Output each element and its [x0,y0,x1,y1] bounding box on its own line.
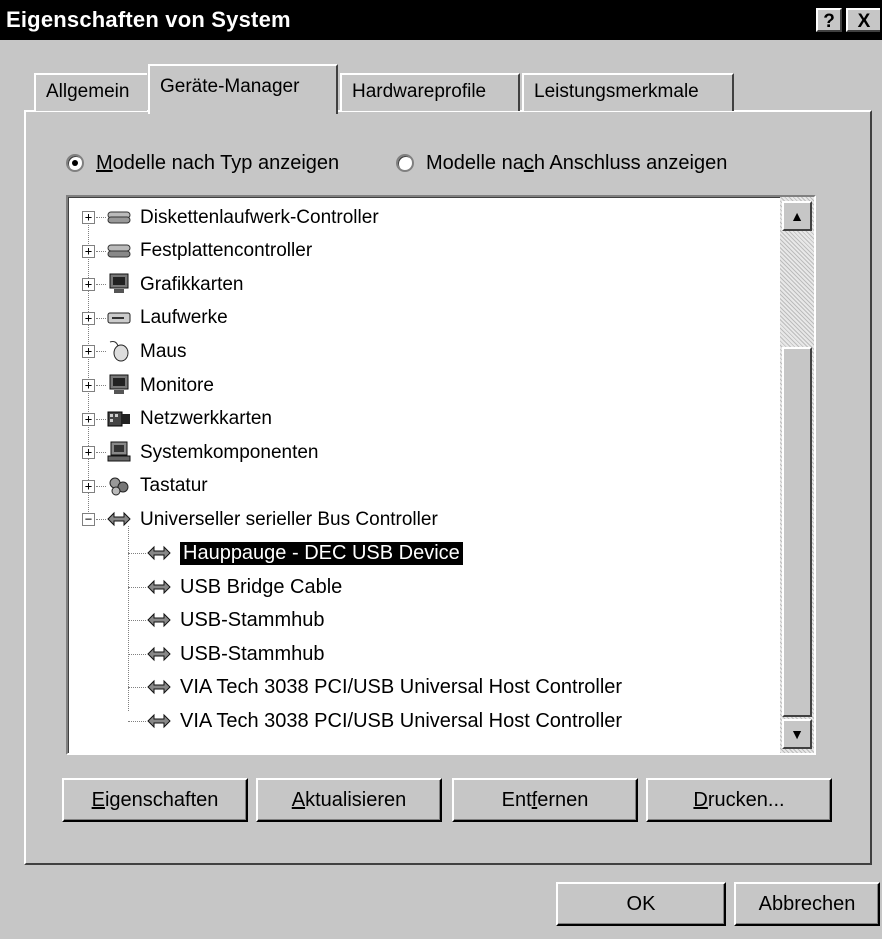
usb-device-row[interactable]: USB-Stammhub [68,638,768,671]
usb-device-label: USB-Stammhub [180,609,325,632]
tree-category-row[interactable]: + Monitore [68,369,768,402]
tree-category-row[interactable]: + Tastatur [68,470,768,503]
tree-category-row[interactable]: + Festplattencontroller [68,235,768,268]
usb-device-icon [146,576,172,598]
tree-connector-line [96,284,106,286]
tree-category-label: Festplattencontroller [140,240,313,262]
usb-device-icon [146,542,172,564]
expand-icon[interactable]: + [82,244,95,258]
tree-category-row[interactable]: + Systemkomponenten [68,436,768,469]
refresh-button[interactable]: Aktualisieren [256,778,442,822]
tab-allgemein[interactable]: Allgemein [34,73,147,111]
device-tree[interactable]: + Diskettenlaufwerk-Controller + Festplatte… [66,195,816,755]
radio-unchecked-icon[interactable] [396,154,414,172]
usb-device-row[interactable]: USB-Stammhub [68,604,768,637]
tree-category-label: Monitore [140,374,214,396]
usb-device-row[interactable]: VIA Tech 3038 PCI/USB Universal Host Con… [68,671,768,704]
window-title: Eigenschaften von System [6,7,291,32]
display-adapter-icon [106,273,132,295]
usb-device-label: USB-Stammhub [180,642,325,665]
tree-category-label: Grafikkarten [140,273,244,295]
expand-icon[interactable]: + [82,278,95,292]
tree-category-label: Maus [140,340,187,362]
floppy-controller-icon [106,206,132,228]
tree-connector-line [128,653,146,655]
tree-connector-line [96,217,106,218]
usb-device-row[interactable]: VIA Tech 3038 PCI/USB Universal Host Con… [68,705,768,738]
scroll-thumb[interactable] [782,347,812,717]
usb-device-icon [146,609,172,631]
drive-icon [106,307,132,329]
mouse-icon [106,340,132,362]
expand-icon[interactable]: + [82,479,95,493]
ok-button[interactable]: OK [556,882,726,926]
tree-connector-line [128,620,146,622]
cancel-button[interactable]: Abbrechen [734,882,880,926]
usb-device-label: USB Bridge Cable [180,575,343,598]
usb-device-label: VIA Tech 3038 PCI/USB Universal Host Con… [180,676,623,699]
tree-category-label: Diskettenlaufwerk-Controller [140,206,379,228]
scroll-down-arrow-icon[interactable]: ▼ [782,719,812,749]
title-bar[interactable]: Eigenschaften von System ? X [0,0,882,40]
tree-category-row[interactable]: + Netzwerkkarten [68,403,768,436]
tree-connector-line [96,317,106,319]
tree-category-label: Systemkomponenten [140,441,319,463]
vertical-scrollbar[interactable]: ▲ ▼ [780,197,814,753]
tree-connector-line [128,553,146,554]
collapse-icon[interactable]: − [82,513,95,527]
close-button[interactable]: X [846,8,880,32]
radio-by-type[interactable]: Modelle nach Typ anzeigen [66,148,339,178]
radio-checked-icon[interactable] [66,154,84,172]
tree-connector-line [96,385,106,386]
keyboard-icon [106,475,132,497]
tree-connector-line [96,418,106,420]
system-icon [106,441,132,463]
expand-icon[interactable]: + [82,211,95,224]
tree-category-row[interactable]: − Universeller serieller Bus Controller [68,503,768,536]
usb-device-label: VIA Tech 3038 PCI/USB Universal Host Con… [180,710,623,732]
disk-controller-icon [106,240,132,262]
tree-connector-line [96,351,106,353]
help-button[interactable]: ? [816,8,842,32]
expand-icon[interactable]: + [82,345,95,359]
tab-leistungsmerkmale[interactable]: Leistungsmerkmale [522,73,734,111]
expand-icon[interactable]: + [82,311,95,325]
tree-category-row[interactable]: + Laufwerke [68,302,768,335]
radio-by-connection-label: Modelle nach Anschluss anzeigen [426,151,728,174]
tree-connector-line [128,721,146,722]
usb-device-icon [146,676,172,698]
tree-category-row[interactable]: + Grafikkarten [68,268,768,301]
tree-connector-line [96,485,106,487]
scroll-up-arrow-icon[interactable]: ▲ [782,201,812,231]
tree-connector-line [128,586,146,588]
tree-connector-line [128,687,146,689]
usb-device-row[interactable]: Hauppauge - DEC USB Device [68,537,768,570]
usb-device-icon [146,710,172,732]
expand-icon[interactable]: + [82,379,95,392]
expand-icon[interactable]: + [82,446,95,460]
radio-by-connection[interactable]: Modelle nach Anschluss anzeigen [396,148,727,178]
radio-by-type-label: Modelle nach Typ anzeigen [96,151,340,174]
tree-category-row[interactable]: + Maus [68,335,768,368]
tree-category-label: Netzwerkkarten [140,408,272,430]
tree-category-label: Universeller serieller Bus Controller [140,508,438,530]
usb-device-icon [146,643,172,665]
tab-geraete-manager[interactable]: Geräte-Manager [148,64,338,114]
monitor-icon [106,374,132,396]
network-card-icon [106,408,132,430]
tree-category-row[interactable]: + Diskettenlaufwerk-Controller [68,201,768,234]
tree-category-label: Tastatur [140,475,208,497]
expand-icon[interactable]: + [82,412,95,426]
tab-hardwareprofile[interactable]: Hardwareprofile [340,73,520,111]
usb-device-label: Hauppauge - DEC USB Device [179,541,464,566]
tree-connector-line [96,250,106,252]
print-button[interactable]: Drucken... [646,778,832,822]
properties-button[interactable]: Eigenschaften [62,778,248,822]
tree-connector-line [96,452,106,454]
tree-connector-line [96,519,106,521]
remove-button[interactable]: Entfernen [452,778,638,822]
usb-device-row[interactable]: USB Bridge Cable [68,571,768,604]
tree-category-label: Laufwerke [140,307,228,329]
